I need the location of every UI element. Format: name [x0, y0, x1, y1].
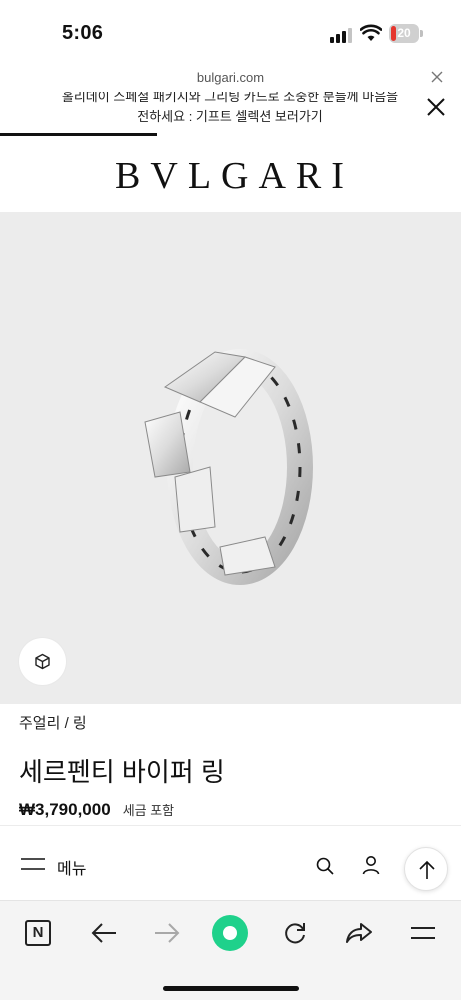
hamburger-icon[interactable] — [21, 858, 45, 870]
promo-text-line1: 홀리데이 스페셜 패키지와 그리팅 카드로 소중한 분들께 마음을 — [61, 92, 399, 104]
scroll-to-top-button[interactable] — [404, 847, 448, 891]
site-bottom-nav: 메뉴 — [0, 825, 461, 900]
product-price: ₩3,790,000 — [19, 800, 111, 819]
search-icon[interactable] — [316, 857, 334, 875]
battery-icon: 20 — [389, 24, 423, 43]
ar-view-button[interactable] — [19, 638, 66, 685]
close-icon[interactable] — [425, 96, 447, 118]
wifi-icon — [360, 24, 382, 41]
ring-image — [144, 349, 313, 585]
reload-icon[interactable] — [281, 921, 309, 945]
promo-progress-bar — [0, 133, 157, 136]
share-icon[interactable] — [345, 921, 373, 945]
close-icon[interactable] — [431, 71, 443, 83]
tax-note: 세금 포함 — [122, 803, 175, 818]
price-row: ₩3,790,000 세금 포함 — [19, 800, 174, 820]
status-time: 5:06 — [62, 22, 104, 44]
product-title: 세르펜티 바이퍼 링 — [19, 757, 225, 787]
status-bar: 5:06 20 — [0, 0, 461, 62]
browser-toolbar: N — [0, 900, 461, 1000]
url-bar[interactable]: bulgari.com — [0, 62, 461, 92]
product-image[interactable] — [0, 212, 461, 704]
menu-button-label[interactable]: 메뉴 — [57, 855, 86, 879]
arrow-up-icon — [419, 860, 435, 879]
home-indicator — [163, 986, 299, 991]
brand-logo[interactable]: BVLGARI — [0, 154, 461, 198]
account-icon[interactable] — [362, 855, 380, 875]
forward-arrow-icon[interactable] — [153, 921, 181, 945]
cube-3d-icon — [35, 653, 50, 670]
breadcrumb[interactable]: 주얼리 / 링 — [19, 712, 87, 733]
site-header: BVLGARI — [0, 140, 461, 212]
battery-level: 20 — [397, 26, 411, 40]
url-domain[interactable]: bulgari.com — [0, 70, 461, 85]
back-arrow-icon[interactable] — [90, 921, 118, 945]
tabs-icon[interactable]: N — [25, 920, 51, 946]
menu-icon[interactable] — [409, 921, 437, 945]
cellular-signal-icon — [330, 27, 354, 43]
promo-text-line2[interactable]: 전하세요 : 기프트 셀렉션 보러가기 — [30, 106, 430, 125]
home-icon[interactable] — [212, 915, 248, 951]
